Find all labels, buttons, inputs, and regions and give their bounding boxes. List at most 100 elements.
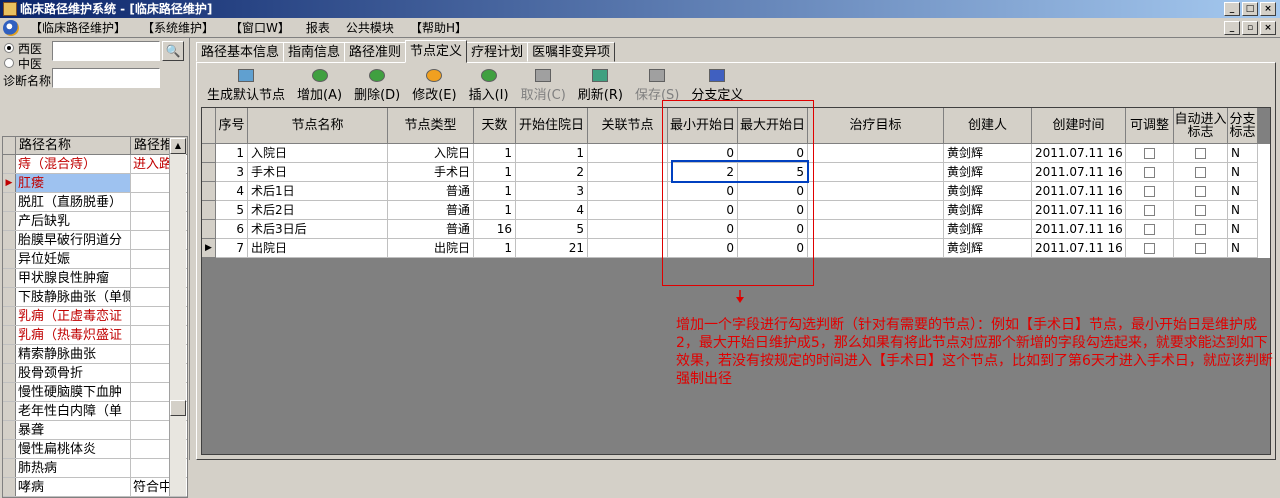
pathway-row[interactable]: 暴聋: [3, 421, 187, 440]
node-name-cell[interactable]: 入院日: [248, 144, 388, 163]
col-auto-enter[interactable]: 自动进入标志: [1174, 108, 1228, 144]
node-name-cell[interactable]: 术后2日: [248, 201, 388, 220]
treatment-goal-cell[interactable]: [808, 239, 944, 258]
adjustable-checkbox[interactable]: [1126, 201, 1174, 220]
pathway-row[interactable]: 胎膜早破行阴道分: [3, 231, 187, 250]
list-scrollbar[interactable]: ▲: [169, 138, 186, 496]
days-cell[interactable]: 1: [474, 163, 516, 182]
tab-order-items[interactable]: 医嘱非变异项: [527, 42, 616, 62]
scroll-thumb[interactable]: [170, 400, 186, 416]
days-cell[interactable]: 1: [474, 239, 516, 258]
days-cell[interactable]: 1: [474, 182, 516, 201]
tab-basic-info[interactable]: 路径基本信息: [196, 42, 285, 62]
child-close-button[interactable]: ×: [1260, 21, 1276, 35]
auto-enter-checkbox[interactable]: [1174, 182, 1228, 201]
pathway-row[interactable]: 脱肛（直肠脱垂）: [3, 193, 187, 212]
pathway-row[interactable]: 肺热病: [3, 459, 187, 478]
node-name-cell[interactable]: 术后3日后: [248, 220, 388, 239]
maximize-button[interactable]: □: [1242, 2, 1258, 16]
days-cell[interactable]: 1: [474, 201, 516, 220]
add-button[interactable]: 增加(A): [291, 67, 348, 103]
start-day-cell[interactable]: 5: [516, 220, 588, 239]
node-type-cell[interactable]: 出院日: [388, 239, 474, 258]
insert-button[interactable]: 插入(I): [463, 67, 515, 103]
delete-button[interactable]: 删除(D): [348, 67, 406, 103]
tab-criteria[interactable]: 路径准则: [344, 42, 407, 62]
tab-guide-info[interactable]: 指南信息: [283, 42, 346, 62]
diagnosis-input[interactable]: [52, 68, 160, 88]
node-name-cell[interactable]: 出院日: [248, 239, 388, 258]
node-type-cell[interactable]: 普通: [388, 220, 474, 239]
related-node-cell[interactable]: [588, 163, 668, 182]
days-cell[interactable]: 16: [474, 220, 516, 239]
pathway-row[interactable]: ▶ 肛瘘: [3, 174, 187, 193]
related-node-cell[interactable]: [588, 239, 668, 258]
start-day-cell[interactable]: 4: [516, 201, 588, 220]
col-seq[interactable]: 序号: [216, 108, 248, 144]
cancel-button[interactable]: 取消(C): [515, 67, 572, 103]
related-node-cell[interactable]: [588, 144, 668, 163]
start-day-cell[interactable]: 3: [516, 182, 588, 201]
col-creator[interactable]: 创建人: [944, 108, 1032, 144]
tab-course-plan[interactable]: 疗程计划: [466, 42, 529, 62]
start-day-cell[interactable]: 21: [516, 239, 588, 258]
pathway-row[interactable]: 慢性扁桃体炎: [3, 440, 187, 459]
start-day-cell[interactable]: 1: [516, 144, 588, 163]
pathway-row[interactable]: 精索静脉曲张: [3, 345, 187, 364]
related-node-cell[interactable]: [588, 201, 668, 220]
pathway-row[interactable]: 痔（混合痔） 进入路: [3, 155, 187, 174]
auto-enter-checkbox[interactable]: [1174, 201, 1228, 220]
radio-chinese[interactable]: 中医: [4, 56, 42, 71]
node-type-cell[interactable]: 手术日: [388, 163, 474, 182]
col-pathway-name[interactable]: 路径名称: [16, 137, 131, 154]
auto-enter-checkbox[interactable]: [1174, 239, 1228, 258]
pathway-row[interactable]: 产后缺乳: [3, 212, 187, 231]
adjustable-checkbox[interactable]: [1126, 220, 1174, 239]
treatment-goal-cell[interactable]: [808, 163, 944, 182]
refresh-button[interactable]: 刷新(R): [572, 67, 629, 103]
pathway-row[interactable]: 乳痈（正虚毒恋证: [3, 307, 187, 326]
adjustable-checkbox[interactable]: [1126, 163, 1174, 182]
radio-western[interactable]: 西医: [4, 41, 42, 56]
pathway-row[interactable]: 老年性白内障（单: [3, 402, 187, 421]
related-node-cell[interactable]: [588, 220, 668, 239]
tab-node-definition[interactable]: 节点定义: [405, 40, 468, 63]
menu-report[interactable]: 报表: [298, 18, 338, 38]
adjustable-checkbox[interactable]: [1126, 239, 1174, 258]
node-type-cell[interactable]: 普通: [388, 201, 474, 220]
node-name-cell[interactable]: 术后1日: [248, 182, 388, 201]
related-node-cell[interactable]: [588, 182, 668, 201]
generate-default-nodes-button[interactable]: 生成默认节点: [201, 67, 291, 103]
col-start-day[interactable]: 开始住院日: [516, 108, 588, 144]
treatment-goal-cell[interactable]: [808, 182, 944, 201]
menu-public[interactable]: 公共模块: [338, 18, 402, 38]
pathway-row[interactable]: 股骨颈骨折: [3, 364, 187, 383]
treatment-goal-cell[interactable]: [808, 220, 944, 239]
adjustable-checkbox[interactable]: [1126, 144, 1174, 163]
col-adjustable[interactable]: 可调整: [1126, 108, 1174, 144]
save-button[interactable]: 保存(S): [629, 67, 685, 103]
scroll-up-icon[interactable]: ▲: [170, 138, 186, 154]
treatment-goal-cell[interactable]: [808, 144, 944, 163]
pathway-row[interactable]: 甲状腺良性肿瘤: [3, 269, 187, 288]
pathway-row[interactable]: 下肢静脉曲张（单侧: [3, 288, 187, 307]
branch-define-button[interactable]: 分支定义: [685, 67, 749, 103]
col-related-node[interactable]: 关联节点: [588, 108, 668, 144]
adjustable-checkbox[interactable]: [1126, 182, 1174, 201]
menu-system[interactable]: 【系统维护】: [134, 18, 222, 38]
auto-enter-checkbox[interactable]: [1174, 144, 1228, 163]
pathway-row[interactable]: 异位妊娠: [3, 250, 187, 269]
search-button[interactable]: 🔍: [162, 41, 184, 61]
node-name-cell[interactable]: 手术日: [248, 163, 388, 182]
col-node-type[interactable]: 节点类型: [388, 108, 474, 144]
col-treatment-goal[interactable]: 治疗目标: [808, 108, 944, 144]
node-type-cell[interactable]: 入院日: [388, 144, 474, 163]
auto-enter-checkbox[interactable]: [1174, 220, 1228, 239]
minimize-button[interactable]: _: [1224, 2, 1240, 16]
col-node-name[interactable]: 节点名称: [248, 108, 388, 144]
pathway-row[interactable]: 乳痈（热毒炽盛证: [3, 326, 187, 345]
days-cell[interactable]: 1: [474, 144, 516, 163]
menu-window[interactable]: 【窗口W】: [222, 18, 298, 38]
child-restore-button[interactable]: ▫: [1242, 21, 1258, 35]
menu-help[interactable]: 【帮助H】: [402, 18, 475, 38]
